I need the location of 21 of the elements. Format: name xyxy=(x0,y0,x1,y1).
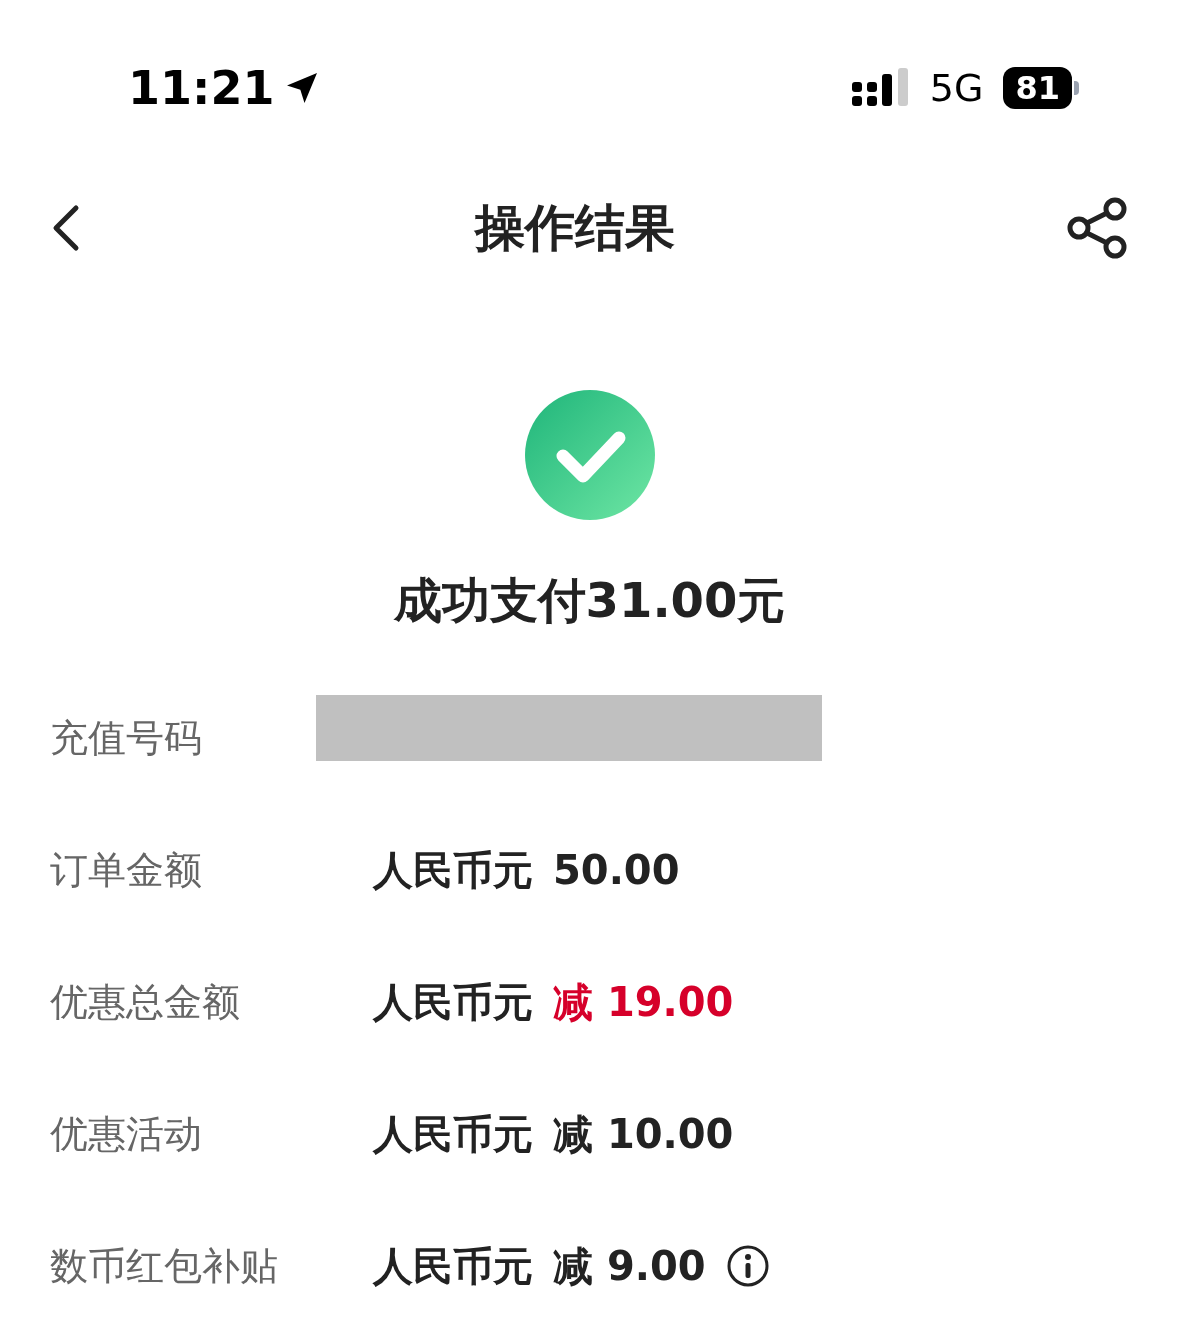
field-label: 数币红包补贴 xyxy=(50,1242,279,1290)
field-label: 优惠总金额 xyxy=(50,978,241,1026)
network-label: 5G xyxy=(929,64,984,112)
field-label: 订单金额 xyxy=(50,846,203,894)
currency-label: 人民币元 xyxy=(373,1110,533,1159)
amount-value: 50.00 xyxy=(553,846,680,895)
field-label: 充值号码 xyxy=(50,714,203,762)
amount-value: 减 10.00 xyxy=(553,1110,734,1159)
signal-icon xyxy=(851,68,910,108)
field-label: 优惠活动 xyxy=(50,1110,203,1158)
currency-label: 人民币元 xyxy=(373,1242,533,1291)
payment-message: 成功支付31.00元 xyxy=(393,571,786,630)
success-check-icon xyxy=(524,390,655,520)
amount-value: 减 19.00 xyxy=(553,978,734,1027)
currency-label: 人民币元 xyxy=(373,978,533,1027)
info-icon[interactable] xyxy=(725,1244,770,1288)
status-time: 11:21 xyxy=(128,59,275,117)
share-icon[interactable] xyxy=(1067,196,1129,260)
amount-value: 减 9.00 xyxy=(553,1242,706,1291)
currency-label: 人民币元 xyxy=(373,846,533,895)
page-title: 操作结果 xyxy=(474,197,675,259)
